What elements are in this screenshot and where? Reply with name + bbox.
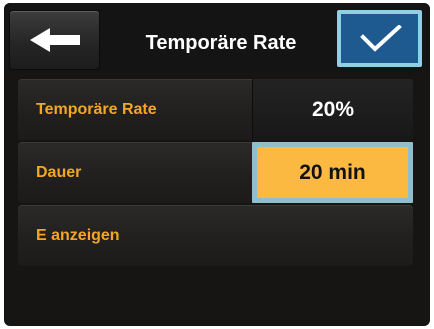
settings-list: Temporäre Rate 20% Dauer 20 min E anzeig… — [18, 79, 413, 268]
temporary-rate-value[interactable]: 20% — [252, 79, 413, 140]
confirm-button[interactable] — [337, 10, 422, 67]
row-show-e[interactable]: E anzeigen — [18, 205, 413, 266]
page-title: Temporäre Rate — [145, 32, 297, 54]
duration-value[interactable]: 20 min — [252, 142, 413, 203]
back-button[interactable] — [10, 11, 99, 69]
pump-screen: Temporäre Rate Temporäre Rate 20% Dauer … — [4, 3, 430, 326]
row-duration[interactable]: Dauer 20 min — [18, 142, 413, 203]
show-e-label: E anzeigen — [36, 227, 120, 244]
row-temporary-rate[interactable]: Temporäre Rate 20% — [18, 79, 413, 140]
header-bar: Temporäre Rate — [4, 3, 430, 73]
duration-label: Dauer — [36, 164, 82, 181]
checkmark-icon — [360, 25, 402, 52]
temporary-rate-label: Temporäre Rate — [36, 101, 157, 118]
arrow-left-icon — [30, 28, 80, 52]
